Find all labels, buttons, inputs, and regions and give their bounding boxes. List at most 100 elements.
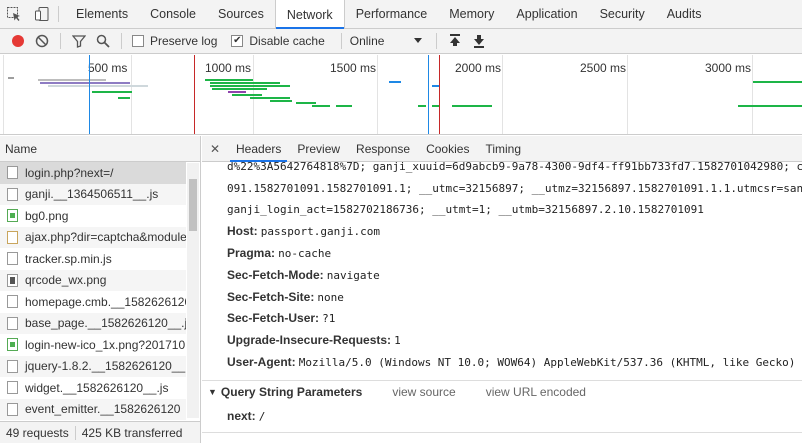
tab-sources[interactable]: Sources [207, 0, 275, 28]
load-marker [194, 55, 195, 134]
document-icon [7, 166, 18, 180]
timeline-bar [336, 105, 352, 107]
clear-icon[interactable] [30, 29, 54, 53]
header-key: User-Agent: [227, 355, 296, 369]
request-row[interactable]: ajax.php?dir=captcha&module [0, 226, 186, 248]
tab-divider [58, 6, 59, 22]
header-key: Upgrade-Insecure-Requests: [227, 333, 392, 347]
request-name: tracker.sp.min.js [25, 251, 112, 266]
timeline-bar [738, 105, 802, 107]
record-icon[interactable] [6, 29, 30, 53]
view-source-link[interactable]: view source [392, 385, 455, 399]
request-row[interactable]: homepage.cmb.__1582626120 [0, 291, 186, 313]
devtools-tab-bar: Elements Console Sources Network Perform… [0, 0, 802, 30]
expand-triangle-icon[interactable]: ▼ [208, 387, 217, 397]
request-name: qrcode_wx.png [25, 273, 107, 288]
request-row[interactable]: base_page.__1582626120__.js [0, 312, 186, 334]
request-name: event_emitter.__1582626120 [25, 402, 181, 417]
tab-network[interactable]: Network [274, 0, 345, 30]
request-row[interactable]: widget.__1582626120__.js [0, 377, 186, 399]
filter-icon[interactable] [67, 29, 91, 53]
request-list-scrollbar[interactable] [187, 163, 199, 418]
tab-response[interactable]: Response [348, 136, 418, 162]
tab-timing[interactable]: Timing [477, 136, 529, 162]
tick-label: 1500 ms [330, 61, 377, 75]
network-overview-timeline[interactable]: 500 ms 1000 ms 1500 ms 2000 ms 2500 ms 3… [0, 55, 802, 135]
image-icon [7, 338, 18, 352]
timeline-bar [312, 105, 330, 107]
toolbar-divider [340, 33, 342, 49]
scrollbar-thumb[interactable] [189, 179, 197, 231]
export-har-icon[interactable] [467, 29, 491, 53]
header-value: navigate [326, 269, 380, 282]
request-name: login.php?next=/ [25, 165, 114, 180]
disable-cache-checkbox[interactable]: ✔ Disable cache [231, 34, 325, 48]
tab-memory[interactable]: Memory [438, 0, 505, 28]
close-icon[interactable]: ✕ [202, 142, 228, 156]
header-key: Sec-Fetch-Mode: [227, 268, 324, 282]
search-icon[interactable] [91, 29, 115, 53]
request-name: login-new-ico_1x.png?201710 [25, 337, 186, 352]
name-column-header[interactable]: Name [0, 136, 200, 162]
header-row: Sec-Fetch-User: ?1 [227, 311, 335, 325]
tab-headers[interactable]: Headers [228, 136, 289, 162]
image-icon [7, 209, 18, 223]
toolbar-divider [121, 33, 122, 49]
dropdown-arrow-icon [413, 38, 422, 43]
header-row: Sec-Fetch-Mode: navigate [227, 268, 380, 282]
grid-line [752, 55, 753, 134]
tab-performance[interactable]: Performance [345, 0, 439, 28]
query-string-section-header[interactable]: ▼ Query String Parameters view source vi… [202, 380, 802, 402]
grid-line [502, 55, 503, 134]
request-rows: login.php?next=/ ganji.__1364506511__.jsb… [0, 162, 200, 420]
device-toolbar-icon[interactable] [28, 0, 56, 28]
header-row: Host: passport.ganji.com [227, 224, 380, 238]
request-row[interactable]: tracker.sp.min.js [0, 248, 186, 270]
script-icon [7, 252, 18, 266]
grid-line [377, 55, 378, 134]
tab-security[interactable]: Security [589, 0, 656, 28]
request-row[interactable]: login-new-ico_1x.png?201710 [0, 334, 186, 356]
tab-audits[interactable]: Audits [656, 0, 713, 28]
header-value: Mozilla/5.0 (Windows NT 10.0; WOW64) App… [298, 356, 802, 369]
preserve-log-checkbox[interactable]: Preserve log [132, 34, 217, 48]
throttling-select[interactable]: Online [350, 34, 422, 48]
import-har-icon[interactable] [443, 29, 467, 53]
tab-preview[interactable]: Preview [289, 136, 348, 162]
header-row: Upgrade-Insecure-Requests: 1 [227, 333, 401, 347]
toolbar-divider [435, 33, 437, 49]
script-icon [7, 316, 18, 330]
inspect-element-icon[interactable] [0, 0, 28, 28]
script-icon [7, 402, 18, 416]
tab-application[interactable]: Application [505, 0, 588, 28]
tab-console[interactable]: Console [139, 0, 207, 28]
request-row[interactable]: qrcode_wx.png [0, 269, 186, 291]
request-row[interactable]: jquery-1.8.2.__1582626120__.js [0, 355, 186, 377]
request-name: bg0.png [25, 208, 69, 223]
request-name: base_page.__1582626120__.js [25, 316, 186, 331]
tab-cookies[interactable]: Cookies [418, 136, 477, 162]
disable-cache-box[interactable]: ✔ [231, 35, 244, 47]
request-row[interactable]: bg0.png [0, 205, 186, 227]
request-detail-pane: ✕ Headers Preview Response Cookies Timin… [202, 136, 802, 443]
preserve-log-box[interactable] [132, 35, 144, 47]
header-key: Sec-Fetch-User: [227, 311, 320, 325]
timeline-bar [232, 94, 262, 96]
tick-label: 2500 ms [580, 61, 627, 75]
domcontentloaded-marker [89, 55, 90, 134]
request-name: ajax.php?dir=captcha&module [25, 230, 186, 245]
timeline-bar [8, 77, 14, 79]
xhr-icon [7, 230, 18, 244]
tick-label: 1000 ms [205, 61, 252, 75]
request-row[interactable]: ganji.__1364506511__.js [0, 183, 186, 205]
load-marker [439, 55, 440, 134]
timeline-bar [753, 81, 802, 83]
view-url-encoded-link[interactable]: view URL encoded [486, 385, 586, 399]
grid-line [131, 55, 132, 134]
header-value: none [317, 291, 344, 304]
tab-elements[interactable]: Elements [65, 0, 139, 28]
detail-tab-bar: ✕ Headers Preview Response Cookies Timin… [202, 136, 802, 162]
request-row[interactable]: event_emitter.__1582626120 [0, 398, 186, 420]
request-row[interactable]: login.php?next=/ [0, 162, 186, 184]
status-bar: 49 requests 425 KB transferred [0, 421, 200, 443]
